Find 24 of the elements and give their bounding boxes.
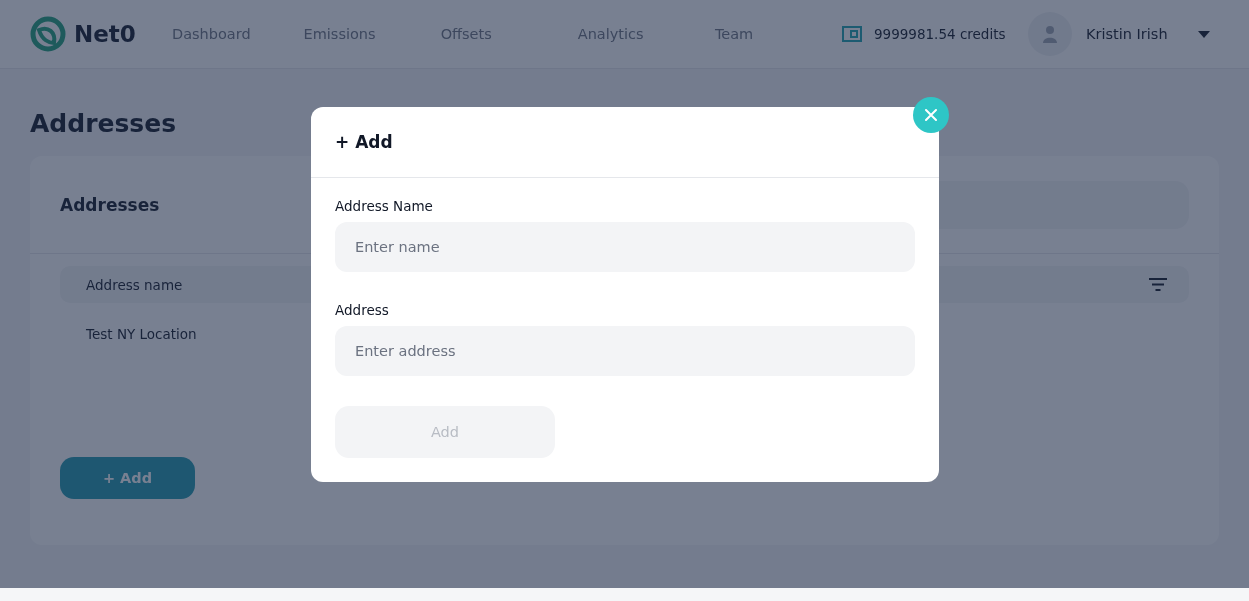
- field-label: Address: [335, 302, 389, 318]
- filter-icon[interactable]: [1149, 278, 1167, 291]
- credits-balance: 9999981.54 credits: [874, 26, 1006, 42]
- nav-link[interactable]: Offsets: [440, 26, 578, 42]
- page-title: Addresses: [30, 109, 177, 138]
- dialog-title: + Add: [335, 132, 393, 152]
- caret-icon[interactable]: [1198, 30, 1210, 38]
- input-field[interactable]: Enter name: [335, 222, 915, 272]
- nav-link[interactable]: Dashboard: [172, 26, 304, 42]
- leaf-logo-icon: [30, 16, 66, 52]
- brand-name: Net0: [74, 21, 136, 47]
- card-title: Addresses: [60, 194, 160, 215]
- add-button[interactable]: + Add: [60, 457, 195, 499]
- wallet-icon: [842, 26, 862, 42]
- user-name: Kristin Irish: [1086, 26, 1169, 42]
- field-label: Address Name: [335, 198, 433, 214]
- close-button[interactable]: [913, 97, 949, 133]
- close-icon: [925, 109, 937, 121]
- nav-link[interactable]: Emissions: [303, 26, 441, 42]
- nav-link[interactable]: Analytics: [577, 26, 715, 42]
- nav-link[interactable]: Team: [714, 26, 852, 42]
- input-field[interactable]: Enter address: [335, 326, 915, 376]
- column-header: Address name: [86, 276, 183, 293]
- table-cell: Test NY Location: [86, 326, 197, 342]
